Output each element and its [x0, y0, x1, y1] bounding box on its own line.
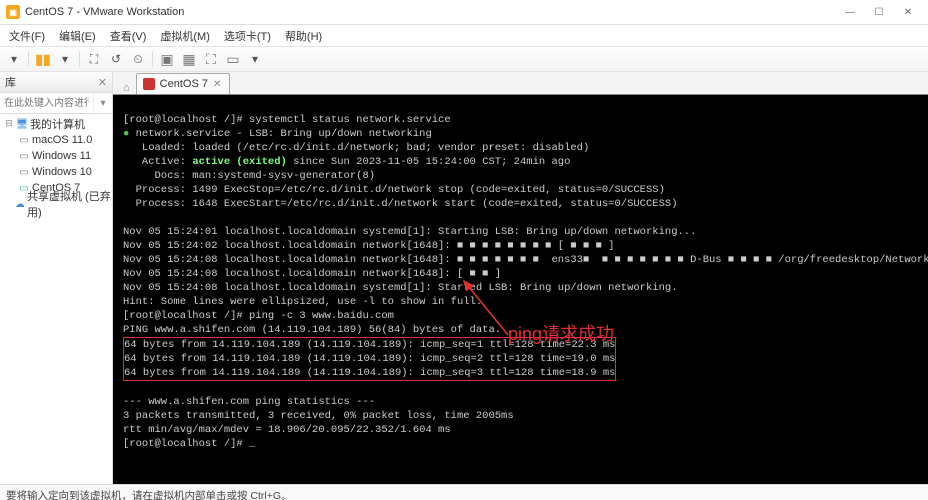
unity-icon[interactable]: ▣ [159, 51, 175, 67]
body: 库 ✕ ▾ ⊟ 🖥 我的计算机 ▭ macOS 11.0 ▭ Windows 1… [0, 72, 928, 484]
term-line: Docs: man:systemd-sysv-generator(8) [123, 170, 375, 182]
search-dropdown-icon[interactable]: ▾ [93, 93, 112, 113]
term-line: Nov 05 15:24:08 localhost.localdomain ne… [123, 254, 928, 266]
dropdown-arrow-icon[interactable]: ▾ [57, 51, 73, 67]
tab-close-icon[interactable]: ✕ [213, 79, 221, 90]
tree-item-label: macOS 11.0 [32, 134, 92, 146]
window-controls: — ☐ ✕ [836, 3, 922, 21]
revert-icon[interactable]: ↺ [108, 51, 124, 67]
term-line: rtt min/avg/max/mdev = 18.906/20.095/22.… [123, 424, 451, 436]
vm-off-icon: ▭ [18, 150, 30, 162]
tree-item-win10[interactable]: ▭ Windows 10 [0, 164, 112, 180]
tree-item-label: Windows 11 [32, 150, 91, 162]
ping-line-1: 64 bytes from 14.119.104.189 (14.119.104… [124, 339, 615, 351]
term-line: PING www.a.shifen.com (14.119.104.189) 5… [123, 324, 501, 336]
term-line: [root@localhost /]# ping -c 3 www.baidu.… [123, 310, 394, 322]
menu-view[interactable]: 查看(V) [103, 25, 154, 47]
tree-item-macos[interactable]: ▭ macOS 11.0 [0, 132, 112, 148]
sidebar: 库 ✕ ▾ ⊟ 🖥 我的计算机 ▭ macOS 11.0 ▭ Windows 1… [0, 72, 113, 484]
term-line: Nov 05 15:24:01 localhost.localdomain sy… [123, 226, 696, 238]
term-line: [root@localhost /]# _ [123, 438, 255, 450]
tree-root[interactable]: ⊟ 🖥 我的计算机 [0, 116, 112, 132]
term-line: Nov 05 15:24:02 localhost.localdomain ne… [123, 240, 614, 252]
tree-item-win11[interactable]: ▭ Windows 11 [0, 148, 112, 164]
bullet-icon: ● [123, 128, 136, 140]
status-text: 要将输入定向到该虚拟机，请在虚拟机内部单击或按 Ctrl+G。 [6, 488, 292, 500]
menu-tabs[interactable]: 选项卡(T) [217, 25, 278, 47]
ping-line-3: 64 bytes from 14.119.104.189 (14.119.104… [124, 367, 615, 379]
term-line: network.service - LSB: Bring up/down net… [136, 128, 432, 140]
term-line: Process: 1499 ExecStop=/etc/rc.d/init.d/… [123, 184, 665, 196]
window-title: CentOS 7 - VMware Workstation [25, 6, 184, 18]
status-active: active (exited) [192, 156, 287, 168]
vmware-logo-icon: ▣ [6, 5, 20, 19]
home-tab[interactable]: ⌂ [117, 82, 136, 94]
collapse-icon[interactable]: ⊟ [4, 119, 14, 129]
ping-highlight-box: 64 bytes from 14.119.104.189 (14.119.104… [123, 337, 616, 381]
tool-bar: ▾ ▮▮ ▾ ⛶ ↺ ⏲ ▣ ▦ ⛶ ▭ ▾ [0, 46, 928, 72]
main-area: ⌂ CentOS 7 ✕ [root@localhost /]# systemc… [113, 72, 928, 484]
menu-bar: 文件(F) 编辑(E) 查看(V) 虚拟机(M) 选项卡(T) 帮助(H) [0, 25, 928, 46]
term-line: since Sun 2023-11-05 15:24:00 CST; 24min… [287, 156, 571, 168]
tree-shared-label: 共享虚拟机 (已弃用) [27, 188, 112, 220]
shared-icon: ☁ [15, 198, 25, 210]
manage-icon[interactable]: ⏲ [130, 51, 146, 67]
close-button[interactable]: ✕ [894, 3, 922, 21]
title-bar: ▣ CentOS 7 - VMware Workstation — ☐ ✕ [0, 0, 928, 25]
term-line: --- www.a.shifen.com ping statistics --- [123, 396, 375, 408]
term-line: Active: [123, 156, 192, 168]
menu-help[interactable]: 帮助(H) [278, 25, 329, 47]
menu-vm[interactable]: 虚拟机(M) [153, 25, 217, 47]
vm-tree: ⊟ 🖥 我的计算机 ▭ macOS 11.0 ▭ Windows 11 ▭ Wi… [0, 114, 112, 484]
term-line: Hint: Some lines were ellipsized, use -l… [123, 296, 482, 308]
terminal[interactable]: [root@localhost /]# systemctl status net… [113, 95, 928, 484]
sidebar-close-icon[interactable]: ✕ [98, 76, 107, 89]
thumbnail-icon[interactable]: ▦ [181, 51, 197, 67]
vm-off-icon: ▭ [18, 134, 30, 146]
tree-shared[interactable]: ☁ 共享虚拟机 (已弃用) [0, 196, 112, 212]
computer-icon: 🖥 [16, 118, 28, 130]
vm-tab-icon [143, 78, 155, 90]
menu-edit[interactable]: 编辑(E) [52, 25, 103, 47]
menu-file[interactable]: 文件(F) [2, 25, 52, 47]
minimize-button[interactable]: — [836, 3, 864, 21]
tree-item-label: Windows 10 [32, 166, 92, 178]
status-bar: 要将输入定向到该虚拟机，请在虚拟机内部单击或按 Ctrl+G。 [0, 484, 928, 500]
dropdown-arrow-icon[interactable]: ▾ [6, 51, 22, 67]
term-line: Loaded: loaded (/etc/rc.d/init.d/network… [123, 142, 589, 154]
separator [28, 51, 29, 67]
sidebar-title: 库 [5, 74, 16, 90]
vm-off-icon: ▭ [18, 166, 30, 178]
sidebar-search: ▾ [0, 93, 112, 114]
separator [79, 51, 80, 67]
ping-line-2: 64 bytes from 14.119.104.189 (14.119.104… [124, 353, 615, 365]
tab-bar: ⌂ CentOS 7 ✕ [113, 72, 928, 95]
snapshot-icon[interactable]: ⛶ [86, 51, 102, 67]
search-input[interactable] [0, 93, 93, 113]
pause-button[interactable]: ▮▮ [35, 51, 51, 67]
tree-root-label: 我的计算机 [30, 116, 85, 132]
console-icon[interactable]: ▭ [225, 51, 241, 67]
tab-centos7[interactable]: CentOS 7 ✕ [136, 73, 231, 94]
maximize-button[interactable]: ☐ [865, 3, 893, 21]
sidebar-header: 库 ✕ [0, 72, 112, 93]
fullscreen-icon[interactable]: ⛶ [203, 51, 219, 67]
term-line: Nov 05 15:24:08 localhost.localdomain ne… [123, 268, 501, 280]
separator [152, 51, 153, 67]
term-line: Process: 1648 ExecStart=/etc/rc.d/init.d… [123, 198, 678, 210]
term-line: 3 packets transmitted, 3 received, 0% pa… [123, 410, 514, 422]
tab-label: CentOS 7 [160, 78, 208, 90]
term-line: Nov 05 15:24:08 localhost.localdomain sy… [123, 282, 678, 294]
term-line: [root@localhost /]# systemctl status net… [123, 114, 451, 126]
dropdown-arrow-icon[interactable]: ▾ [247, 51, 263, 67]
